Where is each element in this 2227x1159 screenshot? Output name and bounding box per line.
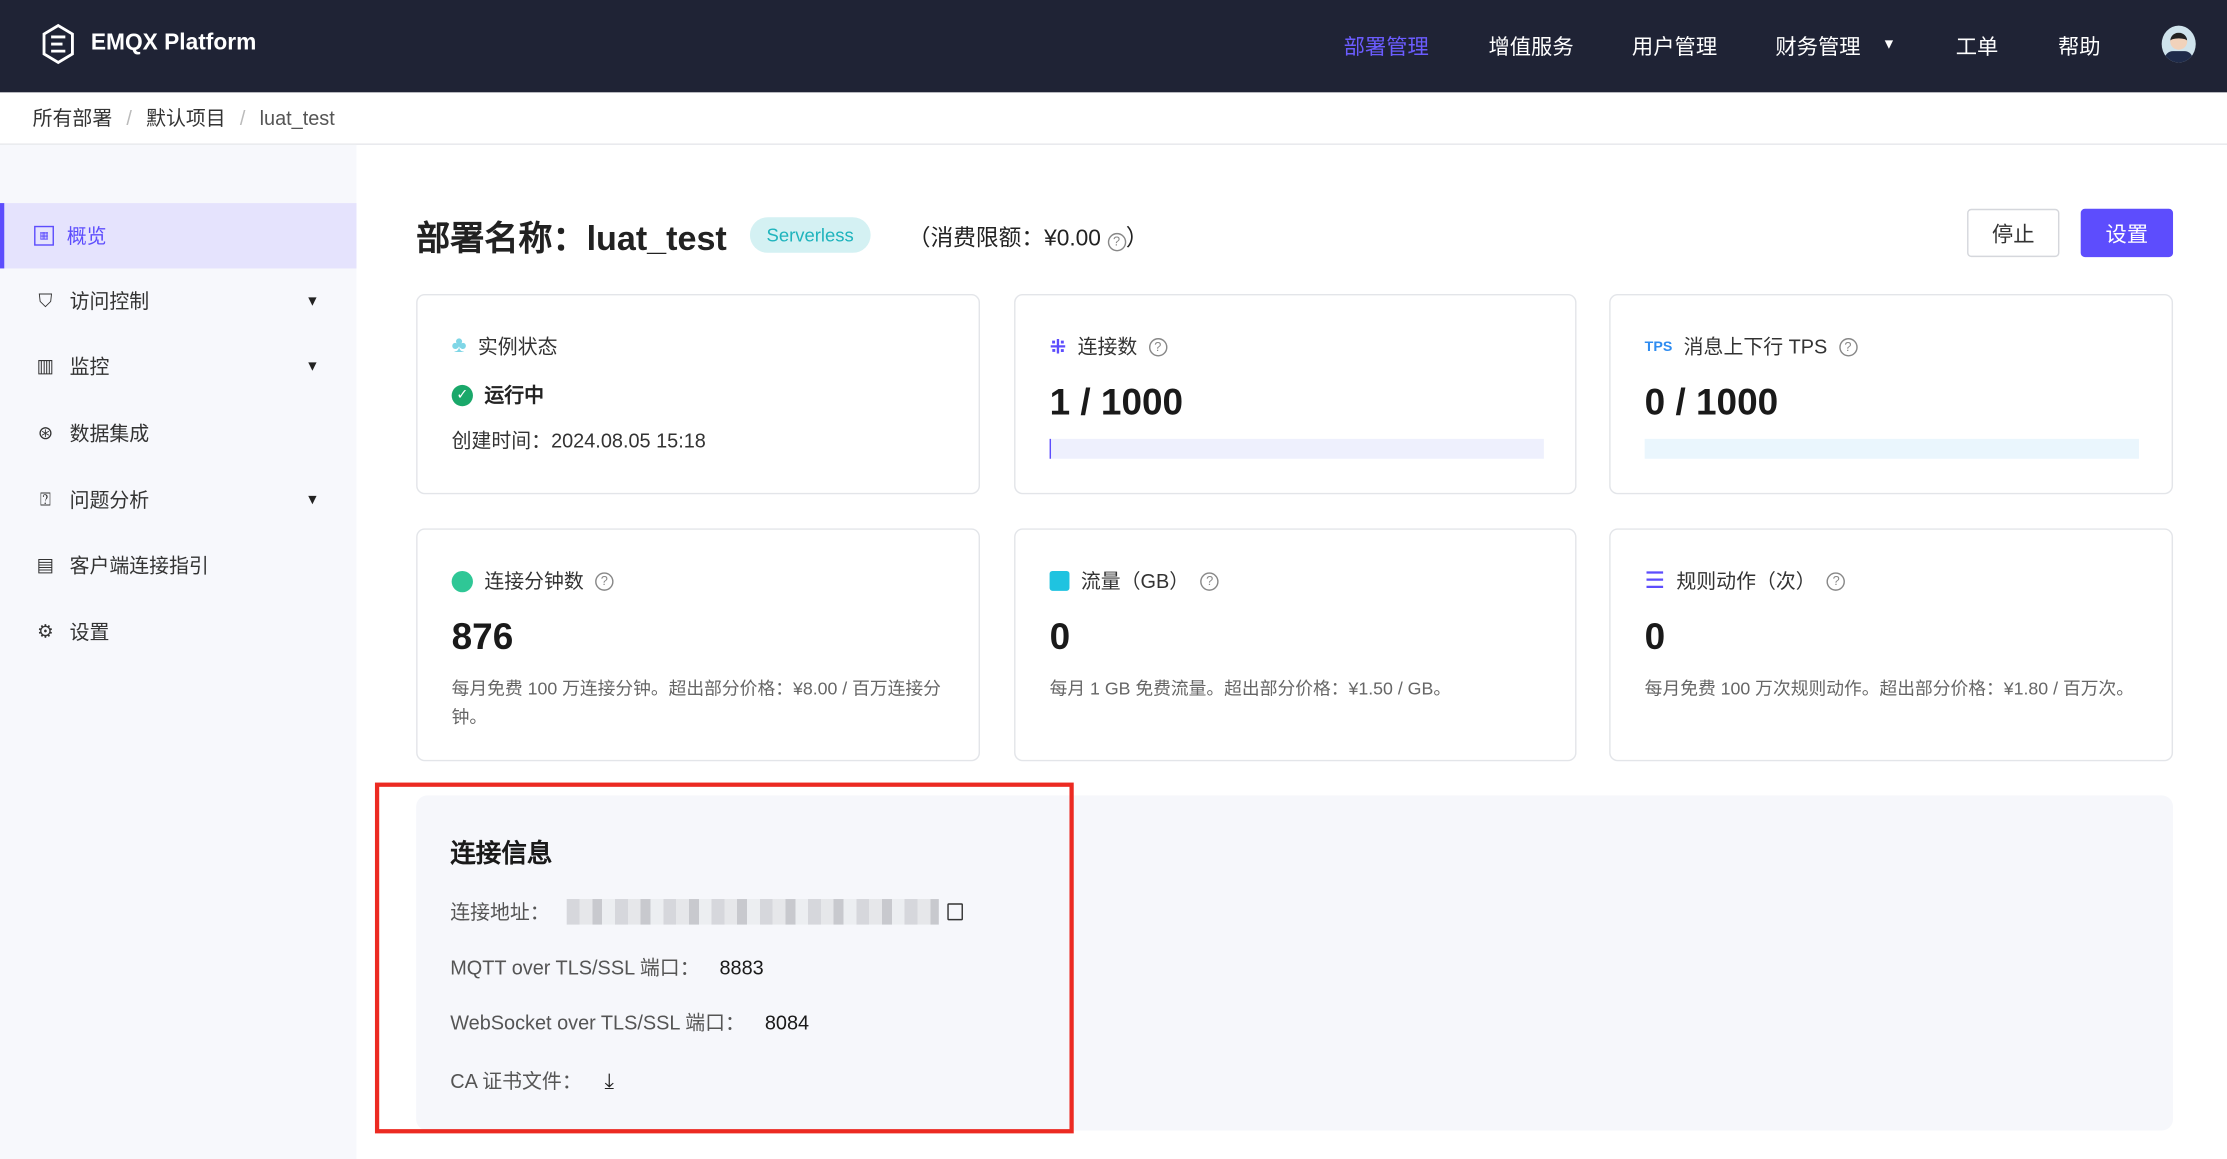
help-icon[interactable]: ? — [595, 571, 614, 591]
sidebar-item-data-integration[interactable]: ⊛ 数据集成 — [0, 401, 356, 466]
doc-question-icon: ⍰ — [39, 488, 51, 510]
shield-icon: ⛉ — [38, 289, 53, 312]
sidebar-item-label: 概览 — [66, 224, 107, 248]
dashboard-icon: ▦ — [34, 225, 54, 246]
chart-icon: ▥ — [36, 355, 55, 377]
nav-help[interactable]: 帮助 — [2058, 31, 2101, 61]
card-label-text: 消息上下行 TPS — [1683, 335, 1828, 358]
card-label-text: 连接分钟数 — [484, 569, 584, 593]
instance-status-card: ♣ 实例状态 ✓ 运行中 创建时间：2024.08.05 15:18 — [416, 293, 980, 495]
status: ✓ 运行中 — [451, 381, 544, 409]
sidebar-item-access-control[interactable]: ⛉ 访问控制 ▼ — [0, 268, 356, 333]
nav-finance[interactable]: 财务管理 — [1775, 31, 1860, 61]
connection-minutes-value: 876 — [451, 614, 514, 658]
gear-icon: ⚙ — [37, 620, 54, 642]
connections-value: 1 / 1000 — [1049, 380, 1184, 424]
nav-users[interactable]: 用户管理 — [1632, 31, 1717, 61]
clock-icon — [451, 570, 473, 592]
traffic-icon — [1049, 570, 1070, 591]
sidebar-item-label: 数据集成 — [69, 421, 150, 445]
card-label: TPS 消息上下行 TPS? — [1644, 332, 1858, 360]
avatar[interactable] — [2161, 25, 2196, 63]
card-label-text: 流量（GB） — [1080, 569, 1190, 593]
sidebar-item-label: 监控 — [69, 355, 110, 378]
nav-tickets[interactable]: 工单 — [1956, 31, 1999, 61]
sidebar-item-diagnostics[interactable]: ⍰ 问题分析 ▼ — [0, 467, 356, 532]
card-label: 流量（GB）? — [1049, 567, 1219, 595]
pricing-note: 每月免费 100 万次规则动作。超出部分价格：¥1.80 / 百万次。 — [1644, 678, 2134, 699]
nav-deployments[interactable]: 部署管理 — [1344, 31, 1429, 61]
sidebar: ▦ 概览 ⛉ 访问控制 ▼ ▥ 监控 ▼ ⊛ 数据集成 ⍰ 问题分析 ▼ ▤ 客户端连接指引 ⚙ 设… — [0, 144, 357, 1159]
help-icon[interactable]: ? — [1826, 571, 1846, 591]
breadcrumb-default-project[interactable]: 默认项目 — [146, 104, 226, 132]
breadcrumb: 所有部署 / 默认项目 / luat_test — [0, 92, 2227, 145]
integration-icon: ⊛ — [37, 421, 54, 444]
breadcrumb-current: luat_test — [259, 106, 335, 130]
sidebar-item-overview[interactable]: ▦ 概览 — [0, 203, 357, 269]
breadcrumb-all-deployments[interactable]: 所有部署 — [33, 104, 113, 132]
help-icon[interactable]: ? — [1148, 337, 1168, 356]
settings-button[interactable]: 设置 — [2080, 208, 2174, 258]
highlight-box — [374, 782, 1074, 1134]
traffic-value: 0 — [1049, 614, 1071, 658]
pricing-note: 每月免费 100 万连接分钟。超出部分价格：¥8.00 / 百万连接分钟。 — [451, 678, 941, 728]
card-label: 连接分钟数? — [451, 567, 614, 595]
connection-minutes-card: 连接分钟数? 876 每月免费 100 万连接分钟。超出部分价格：¥8.00 /… — [416, 528, 980, 762]
sidebar-item-label: 客户端连接指引 — [69, 553, 209, 577]
rule-actions-value: 0 — [1644, 614, 1666, 658]
tps-card: TPS 消息上下行 TPS? 0 / 1000 — [1609, 293, 2174, 495]
brand-name: EMQX Platform — [90, 31, 257, 56]
help-icon[interactable]: ? — [1200, 571, 1219, 591]
rule-actions-card: ☰ 规则动作（次）? 0 每月免费 100 万次规则动作。超出部分价格：¥1.80… — [1609, 528, 2174, 762]
connections-icon: ⁜ — [1049, 334, 1067, 358]
sidebar-item-label: 问题分析 — [69, 488, 150, 512]
connections-card: ⁜ 连接数? 1 / 1000 — [1014, 293, 1577, 495]
sidebar-item-label: 设置 — [69, 620, 110, 644]
nav-value-added[interactable]: 增值服务 — [1488, 31, 1573, 61]
sidebar-item-client-guide[interactable]: ▤ 客户端连接指引 — [0, 533, 356, 598]
page-title: 部署名称：luat_test Serverless （消费限额：¥0.00 ?） — [416, 210, 1148, 260]
page: EMQX Platform 部署管理 增值服务 用户管理 财务管理 ▼ 工单 帮… — [0, 0, 2227, 1159]
deployment-name: 部署名称：luat_test — [416, 220, 727, 259]
help-icon[interactable]: ? — [1838, 337, 1858, 356]
logo[interactable]: EMQX Platform — [40, 23, 257, 66]
caret-down-icon[interactable]: ▼ — [1882, 37, 1896, 53]
traffic-card: 流量（GB）? 0 每月 1 GB 免费流量。超出部分价格：¥1.50 / GB… — [1014, 528, 1577, 762]
card-label-text: 规则动作（次） — [1676, 569, 1816, 593]
tps-value: 0 / 1000 — [1644, 380, 1779, 424]
spend-limit: （消费限额：¥0.00 ?） — [907, 218, 1149, 252]
client-guide-icon: ▤ — [36, 553, 55, 576]
emqx-logo-icon — [42, 23, 74, 65]
caret-down-icon: ▼ — [305, 492, 320, 508]
spend-limit-close: ） — [1125, 226, 1149, 251]
card-label: ⁜ 连接数? — [1050, 332, 1168, 360]
sidebar-item-label: 访问控制 — [69, 289, 150, 313]
card-label-text: 实例状态 — [477, 335, 558, 358]
stop-button[interactable]: 停止 — [1967, 208, 2060, 258]
check-circle-icon: ✓ — [451, 384, 473, 406]
tps-icon: TPS — [1644, 338, 1673, 355]
card-label: ♣ 实例状态 — [452, 332, 558, 360]
instance-icon: ♣ — [451, 333, 467, 358]
sidebar-item-monitoring[interactable]: ▥ 监控 ▼ — [0, 334, 356, 399]
card-label: ☰ 规则动作（次）? — [1645, 567, 1846, 595]
sidebar-item-settings[interactable]: ⚙ 设置 — [0, 599, 356, 664]
tps-progress — [1644, 438, 2139, 459]
spend-limit-text: （消费限额：¥0.00 — [907, 226, 1101, 251]
top-header: EMQX Platform 部署管理 增值服务 用户管理 财务管理 ▼ 工单 帮… — [0, 0, 2227, 93]
status-text: 运行中 — [484, 383, 544, 407]
caret-down-icon: ▼ — [305, 293, 320, 309]
created-time: 创建时间：2024.08.05 15:18 — [451, 428, 706, 452]
list-icon: ☰ — [1644, 569, 1666, 594]
card-label-text: 连接数 — [1077, 335, 1138, 358]
plan-badge: Serverless — [749, 217, 871, 253]
connections-progress — [1049, 438, 1544, 459]
caret-down-icon: ▼ — [305, 358, 320, 375]
help-icon[interactable]: ? — [1107, 232, 1126, 251]
pricing-note: 每月 1 GB 免费流量。超出部分价格：¥1.50 / GB。 — [1049, 678, 1452, 699]
